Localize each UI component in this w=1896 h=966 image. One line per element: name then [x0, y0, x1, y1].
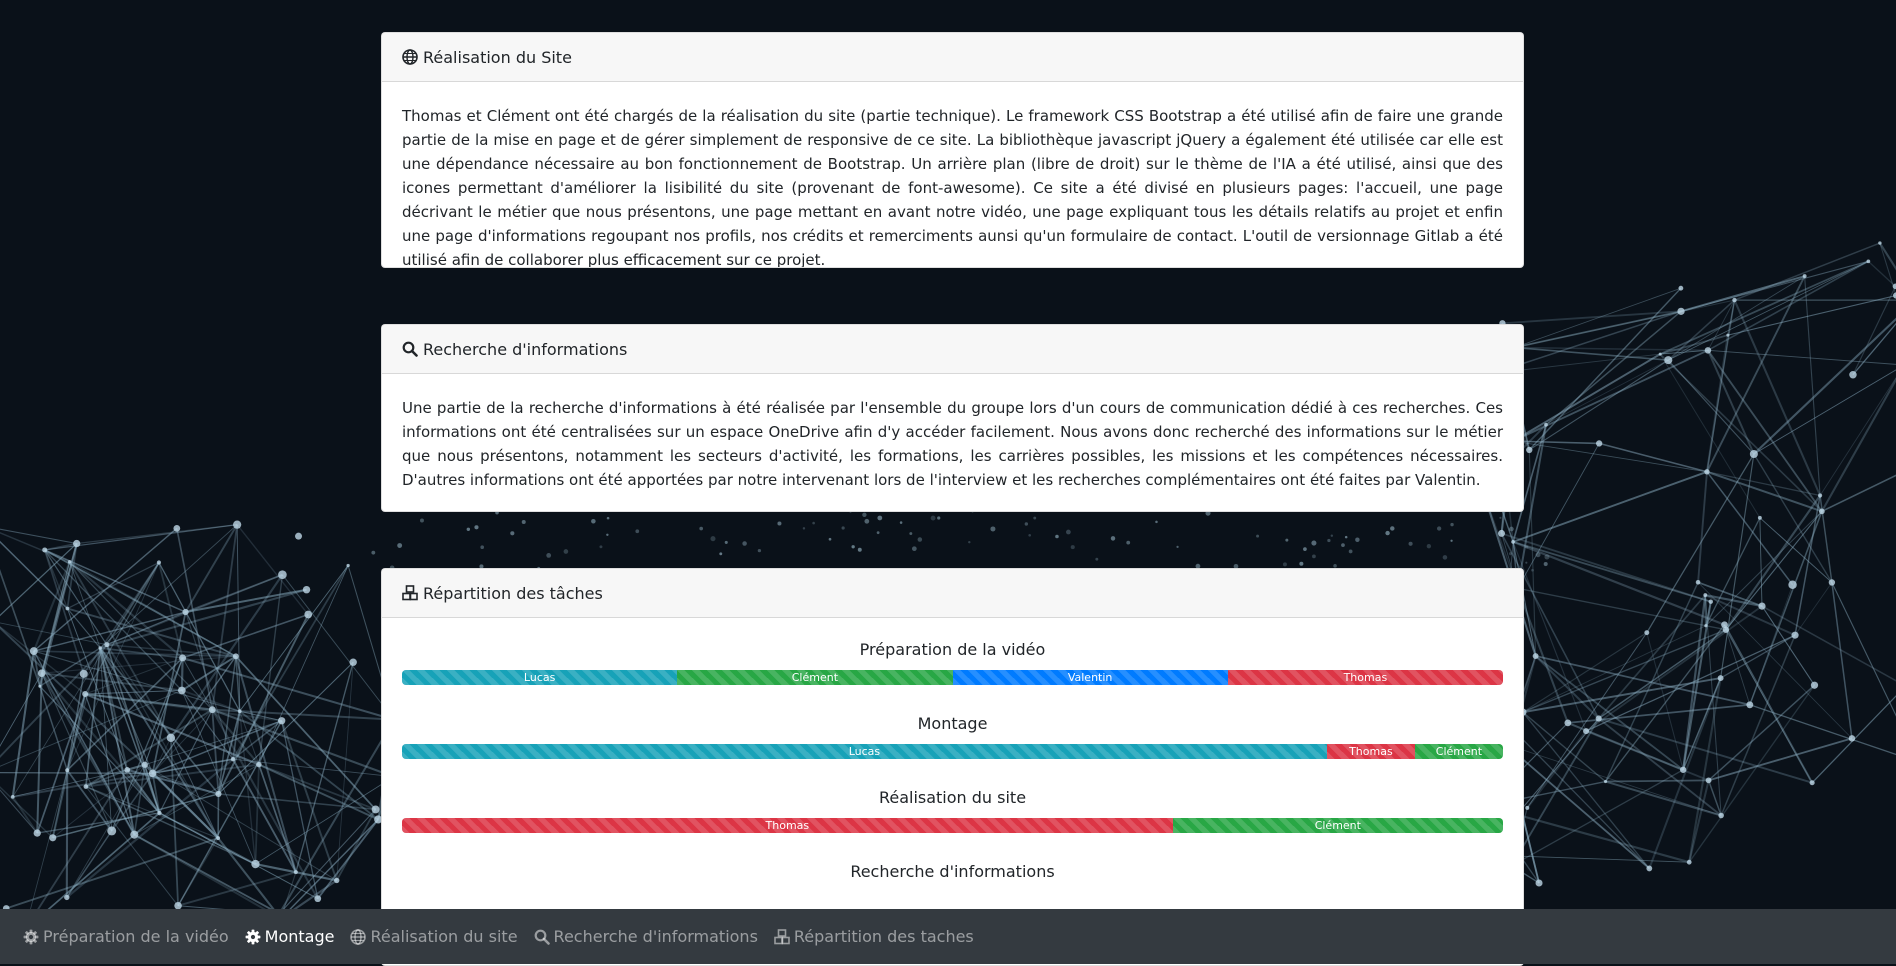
progress-segment: Clément [1415, 744, 1503, 759]
progress-segment: Lucas [402, 744, 1327, 759]
cubes-icon [402, 585, 418, 601]
progress-segment: Thomas [1327, 744, 1415, 759]
tasks-card-header: Répartition des tâches [382, 569, 1523, 618]
progress-segment: Valentin [953, 670, 1228, 685]
nav-item-label: Recherche d'informations [554, 927, 758, 946]
cog-icon [245, 929, 261, 945]
site-card-header: Réalisation du Site [382, 33, 1523, 82]
search-icon [534, 929, 550, 945]
task-group: Réalisation du site ThomasClément [402, 786, 1503, 833]
task-group-title: Recherche d'informations [402, 860, 1503, 884]
progress-segment: Thomas [1228, 670, 1503, 685]
bottom-navbar: Préparation de la vidéo Montage Réalisat… [0, 909, 1896, 964]
nav-item-label: Répartition des taches [794, 927, 974, 946]
task-group-title: Réalisation du site [402, 786, 1503, 810]
progress-bar: LucasThomasClément [402, 744, 1503, 759]
research-card: Recherche d'informations Une partie de l… [381, 324, 1524, 512]
task-group-title: Préparation de la vidéo [402, 638, 1503, 662]
nav-item-tasks[interactable]: Répartition des taches [774, 927, 974, 946]
research-card-header: Recherche d'informations [382, 325, 1523, 374]
task-group: Préparation de la vidéo LucasClémentVale… [402, 638, 1503, 685]
nav-item-research[interactable]: Recherche d'informations [534, 927, 758, 946]
globe-icon [350, 929, 366, 945]
nav-item-label: Montage [265, 927, 335, 946]
site-card-text: Thomas et Clément ont été chargés de la … [402, 104, 1503, 268]
research-card-title: Recherche d'informations [423, 340, 627, 359]
tasks-card: Répartition des tâches Préparation de la… [381, 568, 1524, 966]
progress-segment: Lucas [402, 670, 677, 685]
nav-item-site[interactable]: Réalisation du site [350, 927, 517, 946]
nav-item-label: Réalisation du site [370, 927, 517, 946]
search-icon [402, 341, 418, 357]
tasks-card-title: Répartition des tâches [423, 584, 603, 603]
research-card-text: Une partie de la recherche d'information… [402, 396, 1503, 492]
progress-segment: Thomas [402, 818, 1173, 833]
task-group-title: Montage [402, 712, 1503, 736]
progress-segment: Clément [677, 670, 952, 685]
site-card-title: Réalisation du Site [423, 48, 572, 67]
progress-bar: ThomasClément [402, 818, 1503, 833]
site-card: Réalisation du Site Thomas et Clément on… [381, 32, 1524, 268]
cubes-icon [774, 929, 790, 945]
globe-icon [402, 49, 418, 65]
nav-item-preparation[interactable]: Préparation de la vidéo [23, 927, 229, 946]
progress-segment: Clément [1173, 818, 1503, 833]
nav-item-montage[interactable]: Montage [245, 927, 335, 946]
task-group: Montage LucasThomasClément [402, 712, 1503, 759]
nav-item-label: Préparation de la vidéo [43, 927, 229, 946]
progress-bar: LucasClémentValentinThomas [402, 670, 1503, 685]
cog-icon [23, 929, 39, 945]
task-group: Recherche d'informations [402, 860, 1503, 884]
